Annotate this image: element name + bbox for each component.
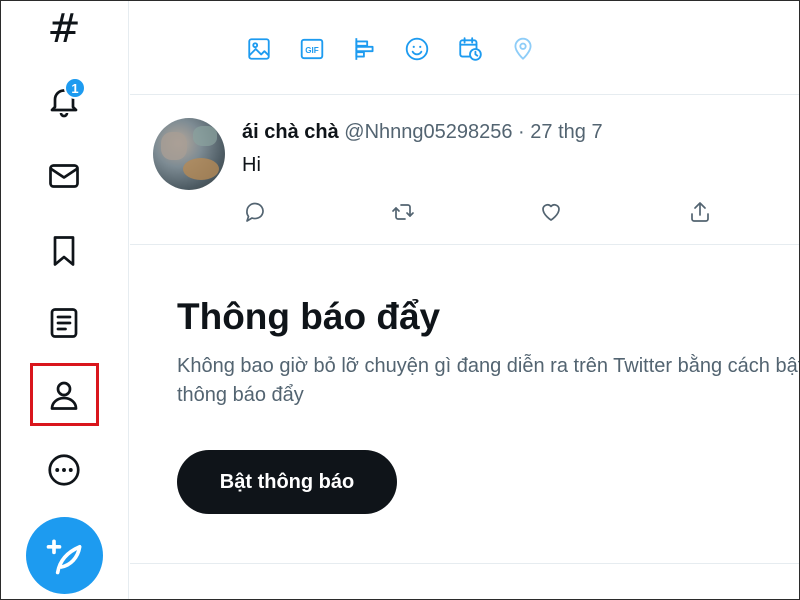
retweet-button[interactable] xyxy=(388,197,418,227)
emoji-icon xyxy=(405,37,429,61)
schedule-icon xyxy=(459,37,482,61)
compose-feather-icon xyxy=(46,539,81,574)
bottom-divider xyxy=(130,563,800,564)
sidebar-item-lists[interactable] xyxy=(36,295,92,351)
list-icon xyxy=(50,308,78,338)
reply-icon xyxy=(246,202,264,222)
compose-tweet-button[interactable] xyxy=(26,517,103,594)
add-emoji-button[interactable] xyxy=(402,34,432,64)
poll-icon xyxy=(355,38,374,60)
share-button[interactable] xyxy=(685,197,715,227)
tweet-handle-date: @Nhnng05298256 · 27 thg 7 xyxy=(344,121,603,143)
add-image-button[interactable] xyxy=(244,34,274,64)
add-gif-button[interactable]: GIF xyxy=(297,34,327,64)
location-icon xyxy=(514,37,532,60)
more-icon xyxy=(48,454,80,486)
like-button[interactable] xyxy=(536,197,566,227)
notification-count-badge: 1 xyxy=(64,77,86,99)
enable-notifications-button[interactable]: Bật thông báo xyxy=(177,450,397,514)
reply-button[interactable] xyxy=(240,197,270,227)
tweet-divider xyxy=(130,244,800,245)
schedule-button[interactable] xyxy=(455,34,485,64)
sidebar-item-notifications[interactable]: 1 xyxy=(36,73,92,129)
hashtag-icon: # xyxy=(47,6,81,52)
sidebar-item-profile[interactable] xyxy=(36,367,92,423)
tweet-header: ái chà chà @Nhnng05298256 · 27 thg 7 xyxy=(242,121,603,144)
tweet-text: Hi xyxy=(242,154,261,176)
add-poll-button[interactable] xyxy=(350,34,380,64)
sidebar-item-explore[interactable]: # xyxy=(36,1,92,57)
sidebar-item-bookmarks[interactable] xyxy=(36,223,92,279)
avatar[interactable] xyxy=(153,118,225,190)
retweet-icon xyxy=(392,204,414,220)
tweet-author-name[interactable]: ái chà chà xyxy=(242,121,339,143)
sidebar-nav: # 1 xyxy=(0,0,129,600)
sidebar-item-more[interactable] xyxy=(36,442,92,498)
sidebar-item-messages[interactable] xyxy=(36,148,92,204)
push-notifications-title: Thông báo đẩy xyxy=(177,296,441,337)
main-column: GIF ái chà chà @Nhnng05298256 · 27 thg 7… xyxy=(130,0,800,600)
mail-icon xyxy=(49,164,79,188)
add-location-button[interactable] xyxy=(508,34,538,64)
gif-icon: GIF xyxy=(300,38,324,60)
push-notifications-description: Không bao giờ bỏ lỡ chuyện gì đang diễn … xyxy=(177,355,800,406)
bookmark-icon xyxy=(53,236,75,266)
gif-icon-label: GIF xyxy=(305,46,319,55)
composer-divider xyxy=(130,94,800,95)
like-icon xyxy=(542,204,560,221)
image-icon xyxy=(248,38,270,60)
share-icon xyxy=(691,202,709,222)
profile-icon xyxy=(50,381,78,410)
